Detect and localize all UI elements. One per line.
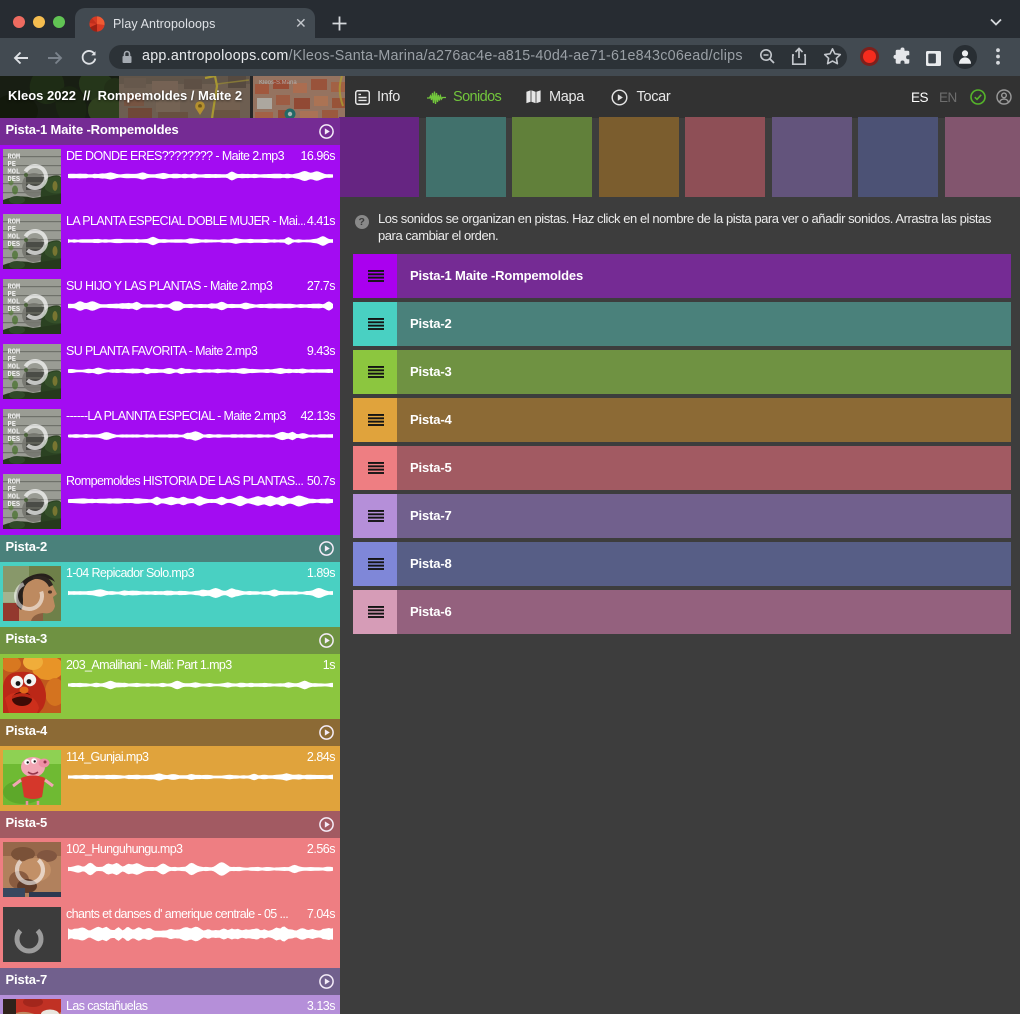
svg-text:DES: DES	[8, 241, 21, 249]
svg-text:DES: DES	[8, 306, 21, 314]
svg-text:DES: DES	[8, 371, 21, 379]
svg-text:DES: DES	[8, 436, 21, 444]
svg-text:DES: DES	[8, 176, 21, 184]
svg-text:DES: DES	[8, 501, 21, 509]
